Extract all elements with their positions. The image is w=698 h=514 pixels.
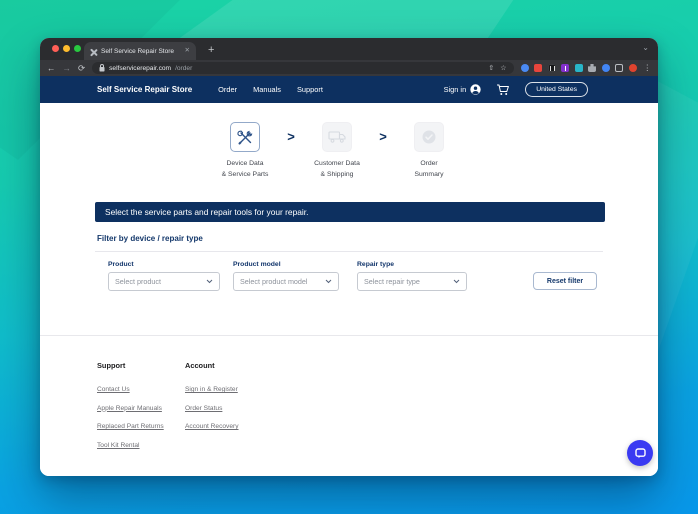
tab-overflow-chevron-icon[interactable]: ⌄ [642, 43, 649, 52]
sign-in-link[interactable]: Sign in [444, 84, 482, 95]
product-field: Product Select product [108, 261, 220, 291]
step-device-data: Device Data & Service Parts [207, 122, 283, 180]
browser-tab[interactable]: Self Service Repair Store ✕ [84, 42, 196, 60]
check-circle-icon [421, 129, 437, 145]
repair-type-field: Repair type Select repair type [357, 261, 467, 291]
footer-link-account-recovery[interactable]: Account Recovery [185, 423, 239, 430]
extension-icon[interactable] [615, 64, 623, 72]
footer-heading-account: Account [185, 361, 239, 370]
repair-type-select[interactable]: Select repair type [357, 272, 467, 291]
nav-item-order[interactable]: Order [218, 85, 237, 94]
back-button[interactable]: ← [47, 64, 56, 73]
extensions-area [521, 64, 637, 72]
close-window-button[interactable] [52, 45, 59, 52]
browser-window: Self Service Repair Store ✕ + ⌄ ← → ⟳ se… [40, 38, 658, 476]
step-chevron-icon: > [375, 122, 391, 180]
url-host: selfservicerepair.com [109, 65, 171, 72]
share-icon[interactable]: ⇧ [488, 65, 494, 72]
step-label: Order Summary [414, 159, 443, 180]
step-order-summary: Order Summary [391, 122, 467, 180]
minimize-window-button[interactable] [63, 45, 70, 52]
site-favicon-icon [90, 48, 97, 55]
account-person-icon [470, 84, 481, 95]
chevron-down-icon [325, 279, 332, 284]
product-model-field: Product model Select product model [233, 261, 339, 291]
product-model-select[interactable]: Select product model [233, 272, 339, 291]
step-chevron-icon: > [283, 122, 299, 180]
product-model-label: Product model [233, 261, 339, 268]
cart-icon[interactable] [496, 84, 510, 96]
product-label: Product [108, 261, 220, 268]
zoom-window-button[interactable] [74, 45, 81, 52]
extension-icon[interactable] [534, 64, 542, 72]
extension-icon[interactable] [561, 64, 569, 72]
chevron-down-icon [206, 279, 213, 284]
page-content: Device Data & Service Parts > [40, 103, 658, 476]
chevron-down-icon [453, 279, 460, 284]
browser-toolbar: ← → ⟳ selfservicerepair.com /order ⇧ ☆ [40, 60, 658, 76]
url-path: /order [175, 65, 484, 72]
truck-icon [328, 130, 347, 144]
checkout-progress: Device Data & Service Parts > [40, 122, 646, 180]
extension-icon[interactable] [629, 64, 637, 72]
chat-bubble-icon [634, 447, 647, 460]
filter-heading: Filter by device / repair type [97, 234, 203, 243]
region-selector-button[interactable]: United States [525, 82, 588, 97]
forward-button[interactable]: → [63, 64, 72, 73]
footer-account-column: Account Sign in & Register Order Status … [185, 361, 239, 442]
address-bar[interactable]: selfservicerepair.com /order ⇧ ☆ [92, 62, 513, 74]
nav-item-support[interactable]: Support [297, 85, 323, 94]
step-label: Customer Data & Shipping [314, 159, 360, 180]
site-brand[interactable]: Self Service Repair Store [97, 85, 192, 94]
footer-link-sign-in-register[interactable]: Sign in & Register [185, 386, 239, 393]
step-label: Device Data & Service Parts [222, 159, 269, 180]
new-tab-button[interactable]: + [208, 40, 214, 60]
tools-icon [237, 129, 254, 146]
step-box-inactive [414, 122, 444, 152]
footer-link-contact-us[interactable]: Contact Us [97, 386, 164, 393]
desktop-wallpaper: Self Service Repair Store ✕ + ⌄ ← → ⟳ se… [0, 0, 698, 514]
puzzle-extensions-icon[interactable] [588, 64, 596, 72]
reload-button[interactable]: ⟳ [78, 64, 85, 73]
sign-in-label: Sign in [444, 85, 467, 94]
divider [95, 251, 603, 252]
footer-support-column: Support Contact Us Apple Repair Manuals … [97, 361, 164, 460]
bookmark-star-icon[interactable]: ☆ [500, 65, 506, 72]
reset-filter-button[interactable]: Reset filter [533, 272, 597, 290]
tab-close-icon[interactable]: ✕ [185, 48, 190, 55]
extension-icon[interactable] [602, 64, 610, 72]
footer-link-apple-repair-manuals[interactable]: Apple Repair Manuals [97, 405, 164, 412]
tab-title: Self Service Repair Store [101, 48, 181, 55]
footer-link-tool-kit-rental[interactable]: Tool Kit Rental [97, 442, 164, 449]
extension-icon[interactable] [521, 64, 529, 72]
header-actions: Sign in United States [444, 82, 588, 97]
instruction-banner: Select the service parts and repair tool… [95, 202, 605, 222]
main-nav: Order Manuals Support [218, 85, 323, 94]
product-select[interactable]: Select product [108, 272, 220, 291]
browser-tab-bar: Self Service Repair Store ✕ + ⌄ [40, 38, 658, 60]
window-controls [52, 45, 81, 52]
footer-link-order-status[interactable]: Order Status [185, 405, 239, 412]
chat-button[interactable] [627, 440, 653, 466]
repair-type-label: Repair type [357, 261, 467, 268]
footer-link-replaced-part-returns[interactable]: Replaced Part Returns [97, 423, 164, 430]
extension-icon[interactable] [548, 64, 556, 72]
browser-menu-icon[interactable]: ⋮ [644, 64, 652, 72]
lock-icon [99, 64, 105, 72]
step-box-active [230, 122, 260, 152]
footer-heading-support: Support [97, 361, 164, 370]
site-header: Self Service Repair Store Order Manuals … [40, 76, 658, 103]
nav-item-manuals[interactable]: Manuals [253, 85, 281, 94]
step-customer-data: Customer Data & Shipping [299, 122, 375, 180]
divider [40, 335, 658, 336]
step-box-inactive [322, 122, 352, 152]
extension-icon[interactable] [575, 64, 583, 72]
